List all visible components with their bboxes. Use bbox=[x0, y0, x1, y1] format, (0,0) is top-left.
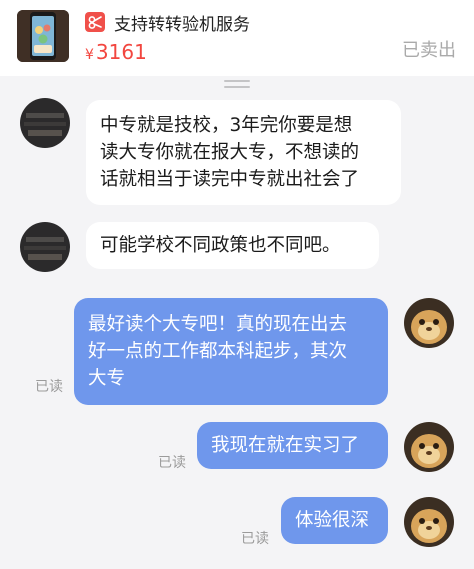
message-text-line: 最好读个大专吧！真的现在出去 bbox=[88, 314, 348, 335]
message-text-line: 读大专你就在报大专，不想读的 bbox=[100, 142, 360, 163]
verification-service-text: 支持转转验机服务 bbox=[114, 15, 250, 35]
product-price: ¥3161 bbox=[85, 40, 147, 64]
message-text-line: 大专 bbox=[88, 368, 126, 389]
my-avatar[interactable] bbox=[404, 298, 454, 348]
message-bubble-received[interactable]: 中专就是技校，3年完你要是想 读大专你就在报大专，不想读的 话就相当于读完中专就… bbox=[86, 100, 401, 205]
message-text-line: 中专就是技校，3年完你要是想 bbox=[100, 115, 353, 136]
other-user-avatar[interactable] bbox=[20, 222, 70, 272]
read-receipt: 已读 bbox=[158, 455, 186, 471]
currency-symbol: ¥ bbox=[85, 47, 94, 63]
sold-status-label: 已卖出 bbox=[402, 40, 456, 61]
message-text-line: 体验很深 bbox=[295, 510, 370, 531]
message-bubble-sent[interactable]: 我现在就在实习了 bbox=[197, 422, 388, 469]
message-bubble-sent[interactable]: 体验很深 bbox=[281, 497, 388, 544]
my-avatar[interactable] bbox=[404, 422, 454, 472]
read-receipt: 已读 bbox=[35, 379, 63, 395]
message-text-line: 我现在就在实习了 bbox=[211, 435, 360, 456]
drag-handle-icon[interactable] bbox=[224, 80, 250, 90]
my-avatar[interactable] bbox=[404, 497, 454, 547]
message-text-line: 好一点的工作都本科起步，其次 bbox=[88, 341, 348, 362]
product-thumbnail[interactable] bbox=[17, 10, 69, 62]
message-bubble-sent[interactable]: 最好读个大专吧！真的现在出去 好一点的工作都本科起步，其次 大专 bbox=[74, 298, 388, 405]
read-receipt: 已读 bbox=[241, 531, 269, 547]
other-user-avatar[interactable] bbox=[20, 98, 70, 148]
product-card[interactable]: 支持转转验机服务 ¥3161 已卖出 bbox=[0, 0, 474, 76]
message-text-line: 可能学校不同政策也不同吧。 bbox=[100, 235, 341, 256]
price-value: 3161 bbox=[95, 40, 147, 64]
verification-service-icon bbox=[85, 12, 105, 32]
message-bubble-received[interactable]: 可能学校不同政策也不同吧。 bbox=[86, 222, 379, 269]
message-text-line: 话就相当于读完中专就出社会了 bbox=[100, 169, 360, 190]
